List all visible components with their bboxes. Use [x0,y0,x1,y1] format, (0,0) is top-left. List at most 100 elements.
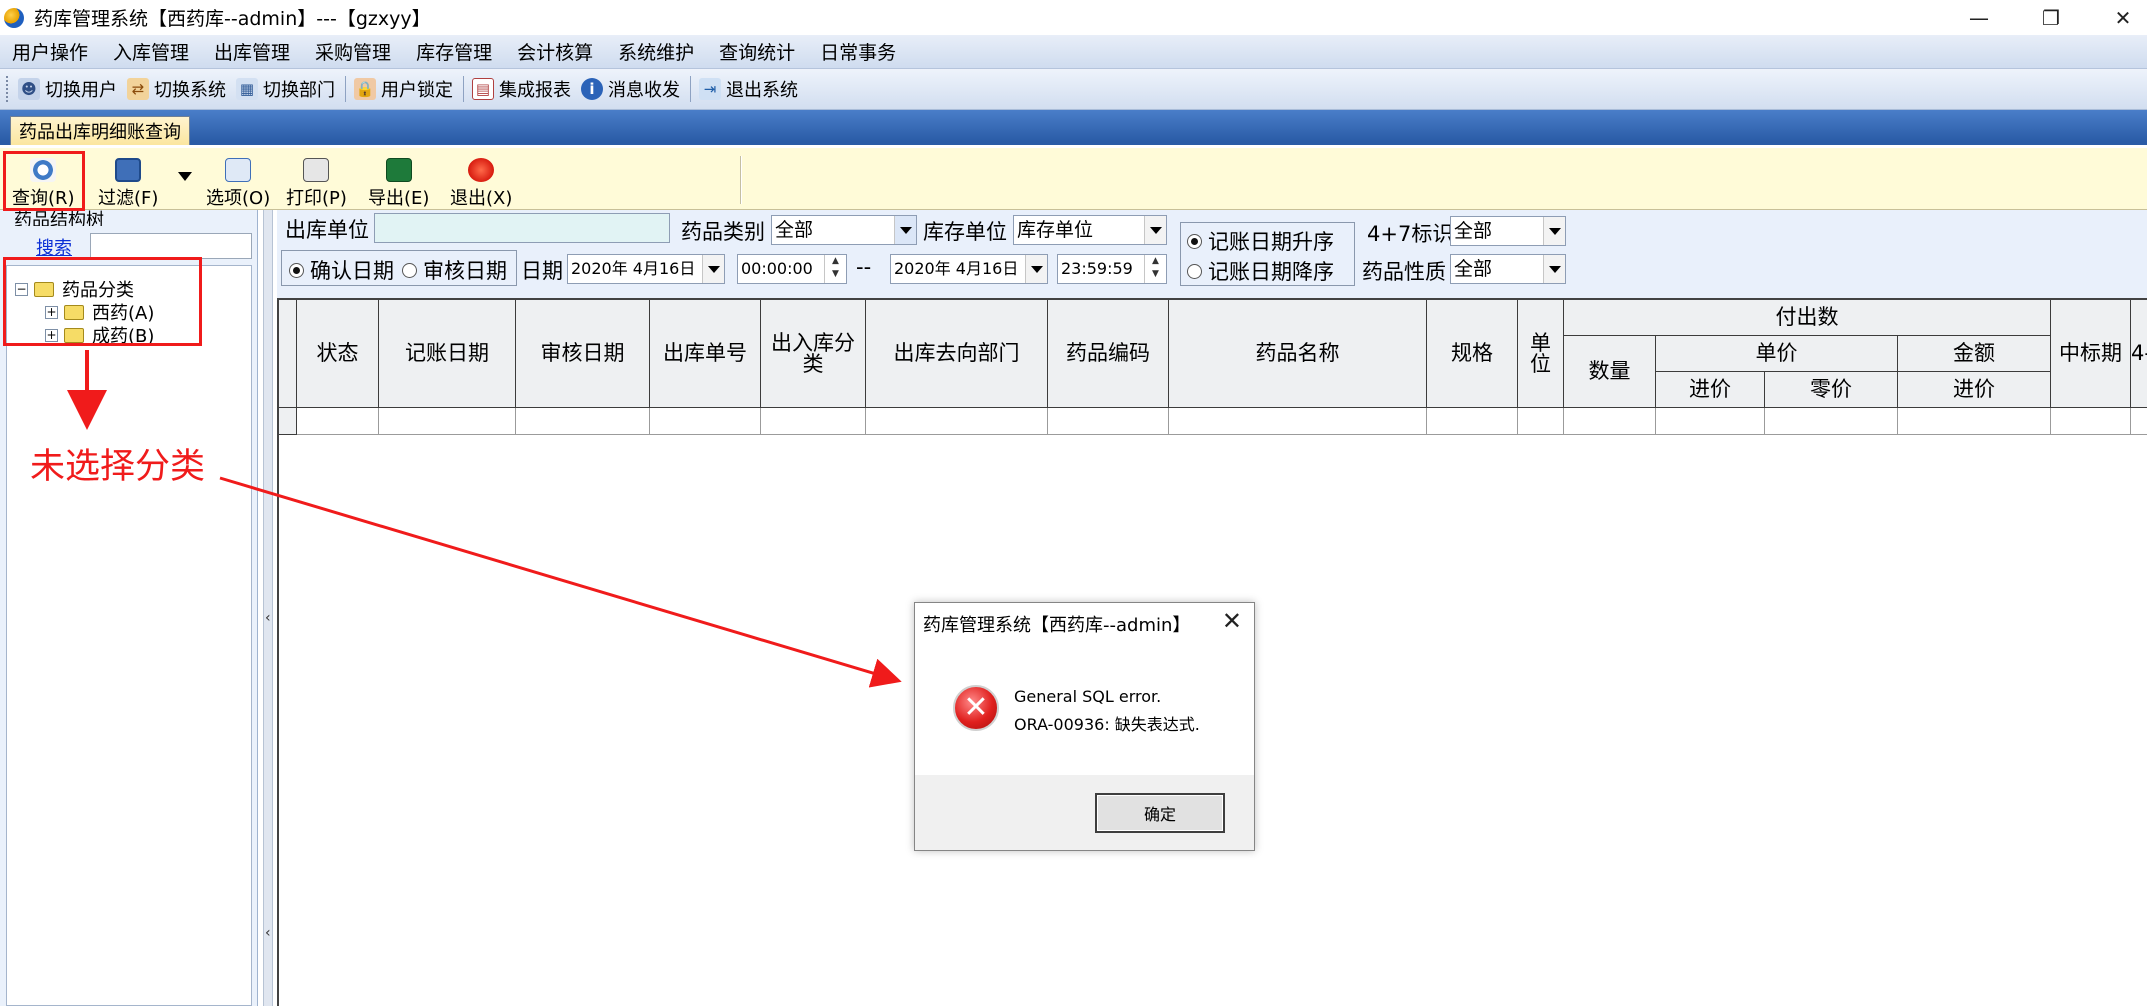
col-status[interactable]: 状态 [297,300,379,408]
panel-splitter[interactable]: ‹ ‹ [263,210,273,1006]
dialog-close-icon[interactable]: ✕ [1222,607,1242,635]
grid-cell[interactable] [2051,408,2131,435]
sort-desc-radio[interactable]: 记账日期降序 [1187,256,1334,286]
user-lock-icon: 🔒 [354,78,376,100]
col-drug-name[interactable]: 药品名称 [1169,300,1427,408]
confirm-date-radio[interactable]: 确认日期 [289,255,394,285]
grid-cell[interactable] [1765,408,1898,435]
error-icon: ✕ [953,685,999,731]
grid-cell[interactable] [1656,408,1765,435]
action-bar-divider [740,156,742,204]
time-to-spinner[interactable]: 23:59:59 ▲ ▼ [1057,254,1167,284]
grid-cell[interactable] [516,408,650,435]
user-lock-button[interactable]: 🔒 用户锁定 [354,76,453,102]
menu-accounting[interactable]: 会计核算 [517,38,593,65]
tab-outbound-ledger[interactable]: 药品出库明细账查询 [10,116,190,145]
calendar-dropdown-icon[interactable] [702,255,724,283]
menu-outbound[interactable]: 出库管理 [214,38,290,65]
col-group-outgoing: 付出数 [1564,300,2051,336]
grid-cell[interactable] [1564,408,1656,435]
spin-updown-icon[interactable]: ▲ ▼ [1144,255,1166,283]
col-bid-period[interactable]: 中标期 [2051,300,2131,408]
col-quantity[interactable]: 数量 [1564,336,1656,408]
grid-cell[interactable] [379,408,516,435]
col-truncated[interactable]: 4- [2131,300,2147,408]
ok-button[interactable]: 确定 [1095,793,1225,833]
col-destination-dept[interactable]: 出库去向部门 [866,300,1048,408]
grid-cell[interactable] [1048,408,1169,435]
menu-purchase[interactable]: 采购管理 [315,38,391,65]
collapse-left-icon[interactable]: ‹ [265,610,271,626]
collapse-left-icon[interactable]: ‹ [265,925,271,941]
switch-user-button[interactable]: ☻ 切换用户 [18,76,117,102]
sort-asc-radio[interactable]: 记账日期升序 [1187,226,1334,256]
grid-cell[interactable] [650,408,761,435]
chevron-down-icon[interactable] [894,216,916,244]
minimize-button[interactable]: — [1944,0,2014,35]
col-drug-code[interactable]: 药品编码 [1048,300,1169,408]
menu-user-ops[interactable]: 用户操作 [12,38,88,65]
spin-updown-icon[interactable]: ▲ ▼ [824,255,846,283]
switch-department-button[interactable]: ▦ 切换部门 [236,76,335,102]
col-unit-price-purchase[interactable]: 进价 [1656,372,1765,408]
col-io-category[interactable]: 出入库分类 [761,300,866,408]
outbound-dept-input[interactable] [374,213,670,243]
date-from-picker[interactable]: 2020年 4月16日 [567,254,725,284]
stock-unit-select[interactable]: 库存单位 [1013,215,1167,245]
chevron-down-icon[interactable] [1543,255,1565,283]
filter-dropdown-arrow[interactable] [178,172,192,181]
grid-cell[interactable] [1427,408,1518,435]
menu-inventory[interactable]: 库存管理 [416,38,492,65]
chevron-down-icon[interactable] [1543,217,1565,245]
menu-inbound[interactable]: 入库管理 [113,38,189,65]
grid-cell[interactable] [1518,408,1564,435]
grid-cell[interactable] [1169,408,1427,435]
calendar-dropdown-icon[interactable] [1025,255,1047,283]
tree-search-input[interactable] [90,233,252,259]
col-spec[interactable]: 规格 [1427,300,1518,408]
stock-unit-label: 库存单位 [923,220,1007,244]
filter-grid-icon [115,158,142,182]
chevron-down-icon[interactable] [1144,216,1166,244]
col-unit-price-retail[interactable]: 零价 [1765,372,1898,408]
maximize-button[interactable]: ❐ [2016,0,2086,35]
menu-query-stats[interactable]: 查询统计 [719,38,795,65]
toolbar-grip[interactable] [6,76,10,102]
dialog-title: 药库管理系统【西药库--admin】 [923,615,1191,636]
audit-date-radio[interactable]: 审核日期 [402,255,507,285]
col-outbound-no[interactable]: 出库单号 [650,300,761,408]
row-indicator[interactable] [279,408,297,435]
export-button[interactable]: 导出(E) [368,158,429,210]
col-amount-purchase[interactable]: 进价 [1898,372,2051,408]
close-window-button[interactable]: ✕ [2088,0,2147,35]
print-button[interactable]: 打印(P) [286,158,347,210]
integrated-report-button[interactable]: ▤ 集成报表 [472,76,571,102]
time-from-spinner[interactable]: 00:00:00 ▲ ▼ [737,254,847,284]
grid-cell[interactable] [866,408,1048,435]
window-title: 药库管理系统【西药库--admin】---【gzxyy】 [34,8,431,30]
filter-button[interactable]: 过滤(F) [98,158,158,210]
col-audit-date[interactable]: 审核日期 [516,300,650,408]
menu-daily[interactable]: 日常事务 [820,38,896,65]
col-unit[interactable]: 单位 [1518,300,1564,408]
export-label: 导出(E) [368,188,430,209]
grid-cell[interactable] [761,408,866,435]
messages-button[interactable]: i 消息收发 [581,76,680,102]
drug-category-select[interactable]: 全部 [771,215,917,245]
exit-system-button[interactable]: ⇥ 退出系统 [699,76,798,102]
exit-button[interactable]: 退出(X) [450,158,512,210]
flag-47-select[interactable]: 全部 [1450,216,1566,246]
exit-system-label: 退出系统 [726,80,798,101]
integrated-report-label: 集成报表 [499,80,571,101]
drug-nature-select[interactable]: 全部 [1450,254,1566,284]
date-to-picker[interactable]: 2020年 4月16日 [890,254,1048,284]
menu-system[interactable]: 系统维护 [618,38,694,65]
col-amount: 金额 [1898,336,2051,372]
switch-system-button[interactable]: ⇄ 切换系统 [127,76,226,102]
time-to-value: 23:59:59 [1061,259,1133,278]
options-button[interactable]: 选项(O) [206,158,270,210]
grid-cell[interactable] [1898,408,2051,435]
grid-cell[interactable] [2131,408,2147,435]
col-posting-date[interactable]: 记账日期 [379,300,516,408]
grid-cell[interactable] [297,408,379,435]
